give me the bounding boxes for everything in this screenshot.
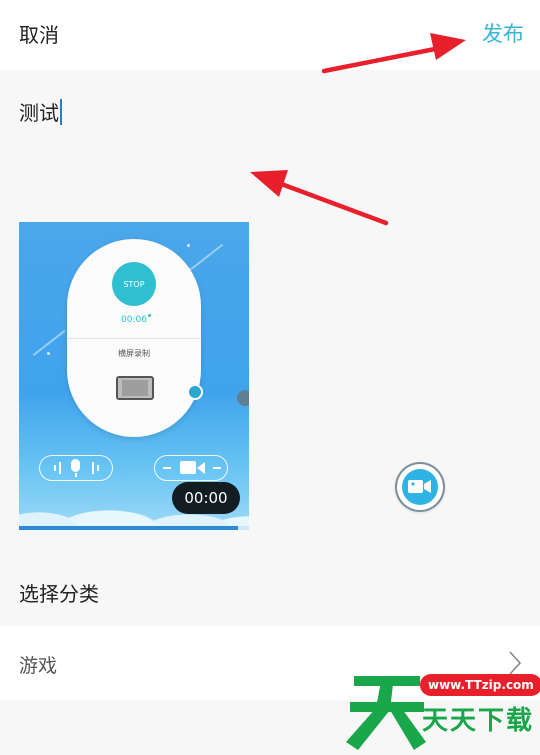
recorder-panel: STOP 00:06 横屏录制: [67, 239, 201, 437]
sound-bar: [54, 465, 56, 471]
camera-icon: [180, 461, 196, 474]
stop-label: STOP: [123, 279, 145, 289]
landscape-mode-label: 横屏录制: [118, 349, 150, 358]
watermark-text: 天天下载: [422, 706, 535, 736]
panel-divider: [67, 338, 201, 339]
floating-record-button[interactable]: [397, 464, 443, 510]
dash: [163, 467, 171, 469]
video-progress-fill: [19, 526, 238, 530]
microphone-icon: [71, 459, 80, 472]
recording-dot: [148, 314, 151, 317]
recording-time: 00:06: [121, 315, 147, 325]
sound-bar: [97, 465, 99, 471]
category-value: 游戏: [19, 655, 58, 677]
top-bar: 取消 发布: [0, 0, 540, 70]
watermark: www.TTzip.com 天天下载: [346, 662, 540, 755]
sound-bar: [92, 462, 94, 474]
video-thumbnail[interactable]: STOP 00:06 横屏录制 00:00: [19, 222, 249, 530]
video-camera-icon: [408, 480, 431, 493]
camera-control[interactable]: [154, 455, 228, 481]
publish-button[interactable]: 发布: [482, 18, 524, 48]
sound-bar: [59, 462, 61, 474]
microphone-control[interactable]: [39, 455, 113, 481]
microphone-stand: [75, 473, 77, 477]
gear-icon: [237, 390, 249, 406]
post-text-input[interactable]: 测试: [19, 97, 62, 126]
stop-button[interactable]: STOP: [112, 262, 156, 306]
phone-screen: [122, 380, 148, 396]
video-progress-track: [19, 526, 249, 530]
camera-lens: [197, 462, 205, 474]
post-text-value: 测试: [19, 101, 59, 125]
text-caret: [60, 98, 62, 125]
watermark-url: www.TTzip.com: [420, 674, 540, 696]
cancel-button[interactable]: 取消: [19, 19, 59, 48]
category-section-title: 选择分类: [19, 582, 99, 606]
watermark-logo-icon: [346, 676, 426, 750]
video-duration-badge: 00:00: [172, 482, 240, 514]
dash: [213, 467, 221, 469]
sparkle: [187, 244, 190, 247]
recorder-badge-icon: [187, 384, 203, 400]
sparkle: [47, 352, 50, 355]
landscape-phone-icon[interactable]: [116, 376, 154, 400]
